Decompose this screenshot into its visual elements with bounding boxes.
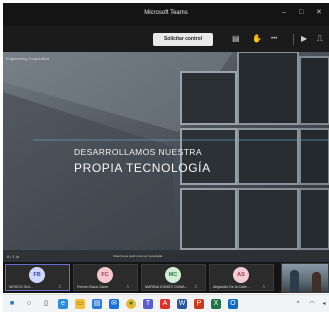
muted-mic-icon: ⎍ <box>126 284 129 289</box>
company-label: Engineering Corporativo <box>6 56 50 61</box>
participant-tile[interactable]: FB MOSCO GUI... ⎍ <box>5 264 70 291</box>
windows-icon[interactable]: ■ <box>7 299 17 309</box>
participant-name: MARINA GOMEZ CUMA... <box>145 285 188 289</box>
muted-mic-icon: ⎍ <box>58 284 61 289</box>
teams-icon[interactable]: T <box>143 299 153 309</box>
microphone-icon[interactable]: ⎍ <box>317 34 323 44</box>
avatar: AS <box>233 267 249 283</box>
avatar: FC <box>97 267 113 283</box>
participant-strip: FB MOSCO GUI... ⎍ FC Fermín Baca Cáuer ⎍… <box>3 262 329 293</box>
search-icon[interactable]: ○ <box>24 299 34 309</box>
participant-name: Alejandro De la Calle... <box>213 285 250 289</box>
store-icon[interactable]: ▤ <box>92 299 102 309</box>
chevron-up-icon[interactable]: ^ <box>293 299 303 309</box>
slide-headline-line2: PROPIA TECNOLOGÍA <box>74 161 211 175</box>
app-title: Microsoft Teams <box>144 10 188 16</box>
slide-headline-line1: DESARROLLAMOS NUESTRA <box>74 147 202 157</box>
shared-screen: Engineering Corporativo DESARROLLAMOS NU… <box>3 52 329 262</box>
acrobat-icon[interactable]: A <box>160 299 170 309</box>
minimize-icon[interactable]: – <box>282 8 286 18</box>
steel-tubes-image <box>3 52 329 262</box>
chrome-icon[interactable]: ● <box>126 299 136 309</box>
taskview-icon[interactable]: ▯ <box>41 299 51 309</box>
avatar: MC <box>165 267 181 283</box>
powerpoint-icon[interactable]: P <box>194 299 204 309</box>
windows-taskbar: ■ ○ ▯ e ▭ ▤ ✉ ● T A W P X O ^ ◠ ◂ <box>3 294 329 312</box>
slide-counter: 8 / 1 lo <box>7 254 20 259</box>
volume-icon[interactable]: ◂ <box>319 299 329 309</box>
word-icon[interactable]: W <box>177 299 187 309</box>
teams-window: Microsoft Teams – □ ✕ Solicitar control … <box>3 3 329 293</box>
participant-name: Fermín Baca Cáuer <box>77 285 109 289</box>
screen-share-hint: Usted tiene pedir para ver la pantalla <box>113 254 163 258</box>
person-silhouette <box>312 272 321 292</box>
raise-hand-icon[interactable]: ✋ <box>252 34 262 44</box>
muted-mic-icon: ⎍ <box>194 284 197 289</box>
self-video-tile[interactable] <box>281 263 329 293</box>
maximize-icon[interactable]: □ <box>299 8 303 18</box>
edge-icon[interactable]: e <box>58 299 68 309</box>
close-icon[interactable]: ✕ <box>316 8 322 18</box>
muted-mic-icon: ⎍ <box>262 284 265 289</box>
participants-icon[interactable]: ▤ <box>232 34 240 44</box>
excel-icon[interactable]: X <box>211 299 221 309</box>
explorer-icon[interactable]: ▭ <box>75 299 85 309</box>
participant-name: MOSCO GUI... <box>9 285 33 289</box>
person-silhouette <box>290 270 299 292</box>
outlook-icon[interactable]: O <box>228 299 238 309</box>
participant-tile[interactable]: AS Alejandro De la Calle... ⎍ <box>209 264 274 291</box>
title-bar: Microsoft Teams – □ ✕ <box>3 3 329 26</box>
wifi-icon[interactable]: ◠ <box>307 299 317 309</box>
avatar: FB <box>29 267 45 283</box>
call-toolbar: Solicitar control ▤ ✋ ••• ▶ ⎍ <box>3 26 329 52</box>
camera-icon[interactable]: ▶ <box>301 34 307 44</box>
request-control-button[interactable]: Solicitar control <box>153 33 213 46</box>
participant-tile[interactable]: FC Fermín Baca Cáuer ⎍ <box>73 264 138 291</box>
more-options-icon[interactable]: ••• <box>271 34 277 44</box>
participant-tile[interactable]: MC MARINA GOMEZ CUMA... ⎍ <box>141 264 206 291</box>
toolbar-divider <box>293 34 294 45</box>
mail-icon[interactable]: ✉ <box>109 299 119 309</box>
